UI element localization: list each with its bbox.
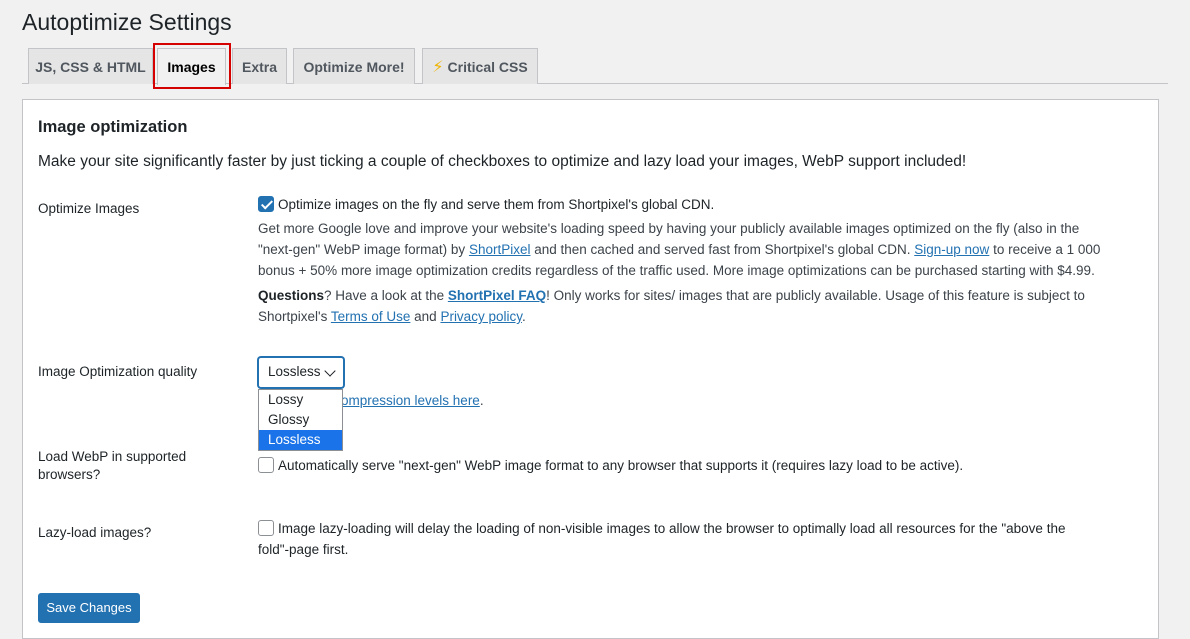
settings-tabs: JS, CSS & HTML Images Extra Optimize Mor… bbox=[22, 48, 1168, 85]
webp-label-line: browsers? bbox=[38, 467, 101, 482]
save-changes-button[interactable]: Save Changes bbox=[38, 593, 140, 623]
section-description: Make your site significantly faster by j… bbox=[38, 153, 967, 170]
desc-line: bonus + 50% more image optimization cred… bbox=[258, 263, 1095, 278]
optimize-images-checkbox-label: Optimize images on the fly and serve the… bbox=[278, 197, 715, 212]
desc-text: . bbox=[521, 309, 526, 324]
desc-line: "next-gen" WebP image format) by ShortPi… bbox=[258, 239, 1148, 260]
link-suffix: . bbox=[479, 393, 484, 408]
desc-text: to receive a 1 000 bbox=[989, 242, 1101, 257]
settings-panel: Image optimization Make your site signif… bbox=[22, 99, 1159, 639]
optimize-images-description: Get more Google love and improve your we… bbox=[258, 218, 1148, 327]
quality-option-lossless[interactable]: Lossless bbox=[259, 430, 342, 450]
faq-link-text: ShortPixel FAQ bbox=[447, 288, 547, 303]
quality-selected-value: Lossless bbox=[268, 364, 321, 379]
webp-field: Automatically serve "next-gen" WebP imag… bbox=[258, 455, 1148, 476]
tab-label: Extra bbox=[241, 58, 278, 75]
tab-optimize-more[interactable]: Optimize More! bbox=[293, 48, 415, 84]
questions-bold: Questions bbox=[258, 288, 325, 303]
shortpixel-link[interactable]: ShortPixel bbox=[469, 242, 531, 257]
tab-critical-css[interactable]: ⚡ Critical CSS bbox=[422, 48, 538, 84]
desc-text: Shortpixel's bbox=[258, 309, 331, 324]
desc-line: Shortpixel's Terms of Use and Privacy po… bbox=[258, 306, 1148, 327]
quality-select[interactable]: Lossless bbox=[258, 357, 344, 388]
questions-line: Questions? Have a look at the ShortPixel… bbox=[258, 285, 1148, 306]
quality-label: Image Optimization quality bbox=[38, 364, 198, 379]
signup-link[interactable]: Sign-up now bbox=[914, 242, 989, 257]
quality-option-glossy[interactable]: Glossy bbox=[259, 410, 342, 430]
webp-label-line: Load WebP in supported bbox=[38, 449, 187, 464]
tab-label: Images bbox=[167, 59, 216, 75]
desc-text: and bbox=[410, 309, 441, 324]
webp-checkbox-label: Automatically serve "next-gen" WebP imag… bbox=[278, 458, 964, 473]
lazy-load-checkbox[interactable] bbox=[258, 520, 274, 536]
optimize-images-checkbox[interactable] bbox=[258, 196, 274, 212]
tab-label: JS, CSS & HTML bbox=[35, 58, 146, 75]
compression-levels-link[interactable]: ompression levels here bbox=[341, 393, 480, 408]
desc-text: and then cached and served fast from Sho… bbox=[530, 242, 915, 257]
tab-js-css-html[interactable]: JS, CSS & HTML bbox=[28, 48, 153, 84]
page-title: Autoptimize Settings bbox=[22, 9, 232, 35]
desc-text: ? Have a look at the bbox=[324, 288, 448, 303]
lazy-load-label: Lazy-load images? bbox=[38, 525, 152, 540]
webp-checkbox[interactable] bbox=[258, 457, 274, 473]
webp-label: Load WebP in supported browsers? bbox=[38, 448, 186, 484]
optimize-images-label: Optimize Images bbox=[38, 201, 140, 216]
section-title: Image optimization bbox=[38, 118, 188, 136]
quality-dropdown: Lossy Glossy Lossless bbox=[258, 389, 343, 451]
terms-of-use-link[interactable]: Terms of Use bbox=[331, 309, 411, 324]
optimize-images-field: Optimize images on the fly and serve the… bbox=[258, 194, 1148, 327]
lazy-load-field: Image lazy-loading will delay the loadin… bbox=[258, 518, 1148, 560]
desc-text: ! Only works for sites/ images that are … bbox=[546, 288, 1085, 303]
tab-extra[interactable]: Extra bbox=[232, 48, 287, 84]
quality-option-lossy[interactable]: Lossy bbox=[259, 390, 342, 410]
lightning-icon: ⚡ bbox=[432, 58, 444, 76]
compression-levels-text: ompression levels here. bbox=[341, 393, 484, 408]
chevron-down-icon bbox=[324, 365, 336, 377]
lazy-load-text-line2: fold"-page first. bbox=[258, 542, 349, 557]
privacy-policy-link[interactable]: Privacy policy bbox=[440, 309, 522, 324]
tab-label: Optimize More! bbox=[303, 58, 405, 75]
shortpixel-faq-link[interactable]: ShortPixel FAQ bbox=[448, 288, 546, 303]
lazy-load-checkbox-label: Image lazy-loading will delay the loadin… bbox=[278, 521, 1066, 536]
tab-images[interactable]: Images bbox=[157, 48, 226, 85]
desc-line: Get more Google love and improve your we… bbox=[258, 221, 1080, 236]
tab-label: Critical CSS bbox=[447, 58, 528, 75]
desc-text: "next-gen" WebP image format) by bbox=[258, 242, 469, 257]
